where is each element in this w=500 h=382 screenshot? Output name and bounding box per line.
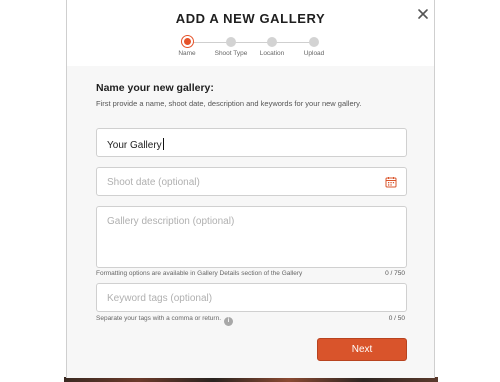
- gallery-description-textarea[interactable]: Gallery description (optional): [96, 206, 407, 268]
- keyword-tags-placeholder: Keyword tags (optional): [107, 293, 213, 304]
- step-indicator: [226, 37, 236, 47]
- keyword-tags-counter: 0 / 50: [388, 315, 405, 322]
- shoot-date-placeholder: Shoot date (optional): [107, 177, 200, 188]
- backdrop: [435, 0, 500, 382]
- wizard-stepper: Name Shoot Type Location Upload: [67, 35, 434, 66]
- info-icon[interactable]: i: [224, 317, 234, 326]
- text-caret: [162, 138, 164, 150]
- keyword-tags-hint: Separate your tags with a comma or retur…: [96, 315, 234, 326]
- shoot-date-input[interactable]: Shoot date (optional): [96, 167, 407, 196]
- dialog-title: ADD A NEW GALLERY: [175, 11, 326, 26]
- step-indicator-active: [180, 35, 194, 48]
- keyword-tags-hint-text: Separate your tags with a comma or retur…: [96, 315, 222, 322]
- gallery-name-input[interactable]: Your Gallery: [96, 128, 407, 157]
- next-button[interactable]: Next: [317, 338, 407, 361]
- form-description: First provide a name, shoot date, descri…: [96, 99, 362, 108]
- add-gallery-dialog: ADD A NEW GALLERY Name Shoot Type Locati…: [66, 0, 435, 378]
- gallery-name-value: Your Gallery: [107, 140, 162, 151]
- close-icon[interactable]: [415, 6, 431, 22]
- step-indicator: [309, 37, 319, 47]
- description-hint: Formatting options are available in Gall…: [96, 270, 303, 277]
- step-upload[interactable]: Upload: [284, 36, 344, 57]
- description-char-counter: 0 / 750: [385, 270, 405, 277]
- step-label: Upload: [303, 50, 325, 57]
- form-heading: Name your new gallery:: [96, 82, 214, 94]
- step-indicator: [267, 37, 277, 47]
- calendar-icon[interactable]: [385, 176, 397, 188]
- gallery-description-placeholder: Gallery description (optional): [107, 216, 235, 227]
- backdrop: [0, 0, 66, 382]
- keyword-tags-input[interactable]: Keyword tags (optional): [96, 283, 407, 312]
